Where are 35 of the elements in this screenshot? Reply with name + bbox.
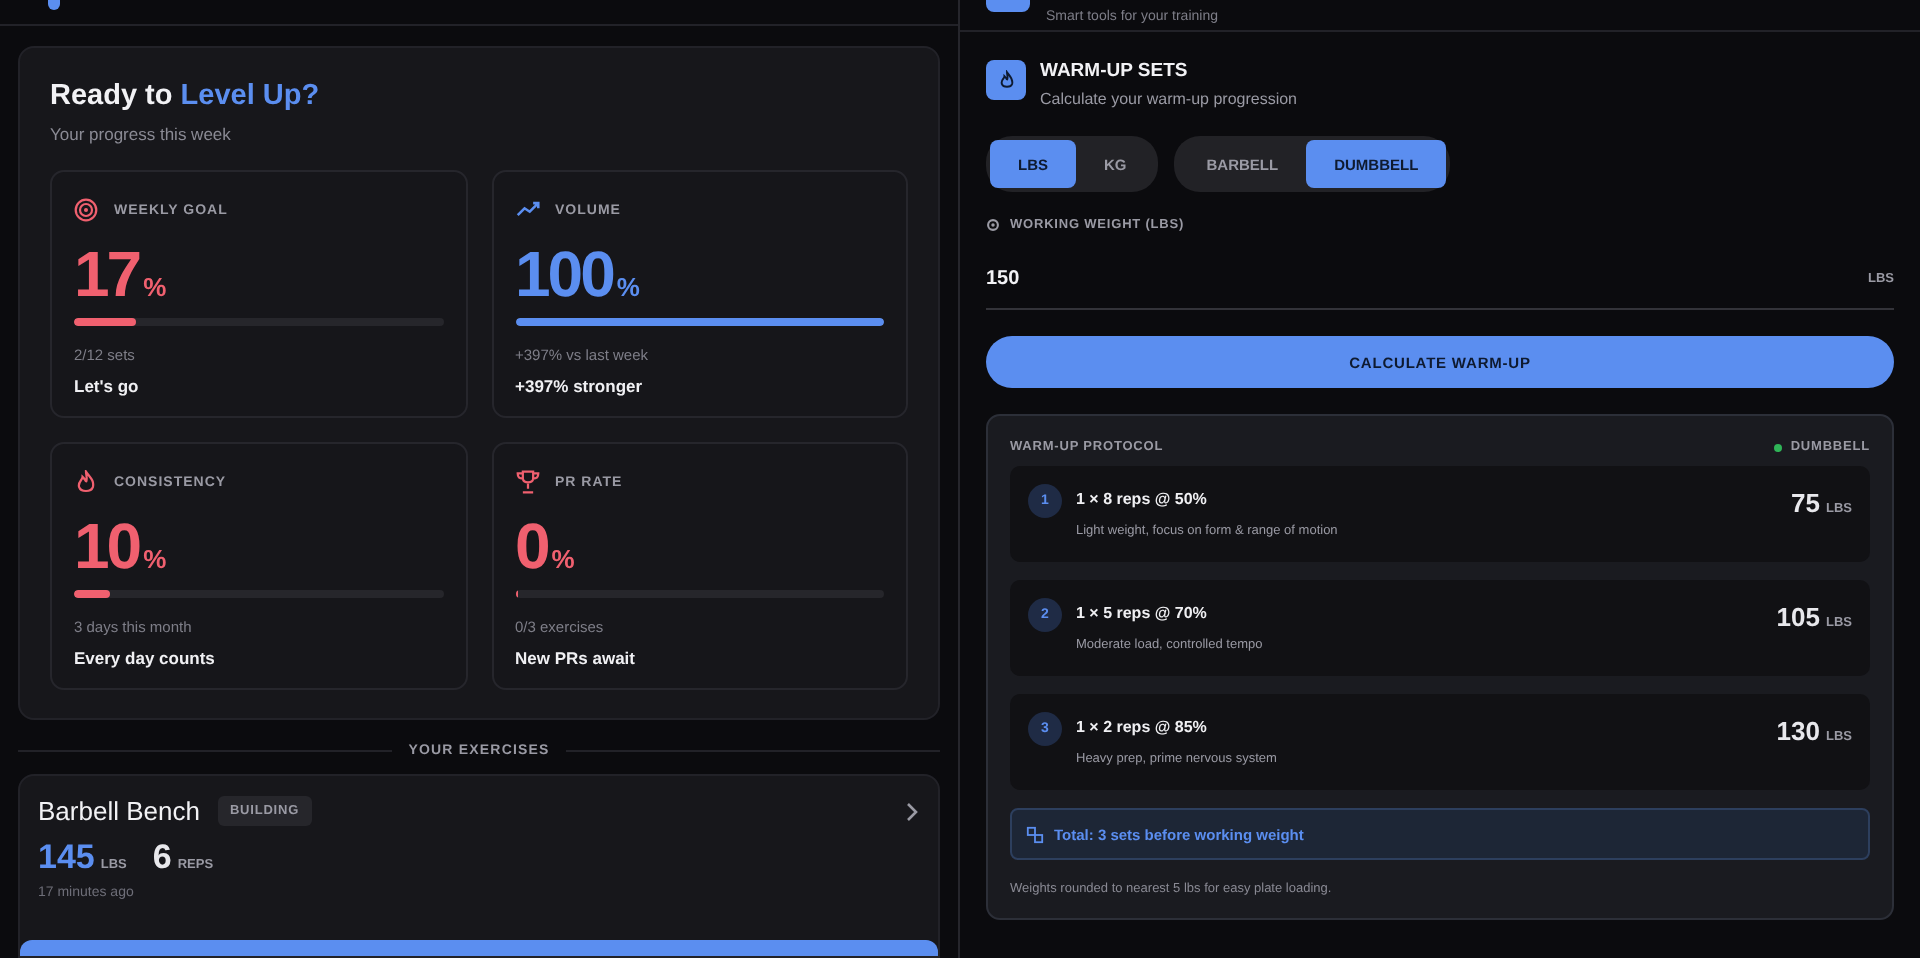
set-scheme: 1 × 2 reps @ 85%: [1076, 718, 1209, 736]
set-weight: 105: [1776, 602, 1820, 632]
stat-unit: %: [551, 544, 575, 574]
reps-value: 6: [152, 838, 172, 878]
tool-subtitle: Calculate your warm-up progression: [1040, 90, 1297, 108]
stat-value: 10: [74, 510, 140, 582]
stat-unit: %: [143, 544, 167, 574]
set-scheme: 1 × 8 reps @ 50%: [1076, 490, 1209, 508]
stat-unit: %: [143, 272, 167, 302]
flame-icon: [74, 470, 98, 494]
app-icon: [986, 0, 1030, 12]
stat-note: Every day counts: [74, 648, 217, 668]
trend-icon: [515, 198, 539, 222]
weight-value: 145: [38, 838, 95, 878]
trophy-icon: [515, 470, 539, 494]
stat-note: Let's go: [74, 376, 141, 396]
target-icon: [74, 198, 98, 222]
hero-subtitle: Your progress this week: [50, 124, 233, 144]
stat-unit: %: [616, 272, 640, 302]
weight-input[interactable]: 150: [986, 248, 1868, 308]
set-scheme: 1 × 5 reps @ 70%: [1076, 604, 1209, 622]
stat-value: 17: [74, 238, 140, 310]
steps-icon: [1026, 825, 1044, 843]
stat-note: New PRs await: [515, 648, 637, 668]
gear-icon: [986, 218, 1000, 232]
stat-value: 100: [515, 238, 613, 310]
chevron-icon[interactable]: [904, 801, 920, 821]
hero-title: Ready to Level Up?: [50, 80, 322, 112]
set-weight: 130: [1776, 716, 1820, 746]
flame-icon: [986, 60, 1026, 100]
exercise-name: Barbell Bench: [38, 796, 200, 826]
stat-value: 0: [515, 510, 548, 582]
set-weight: 75: [1791, 488, 1820, 518]
tool-title: WARM-UP SETS: [1040, 60, 1190, 82]
stat-note: +397% stronger: [515, 376, 645, 396]
